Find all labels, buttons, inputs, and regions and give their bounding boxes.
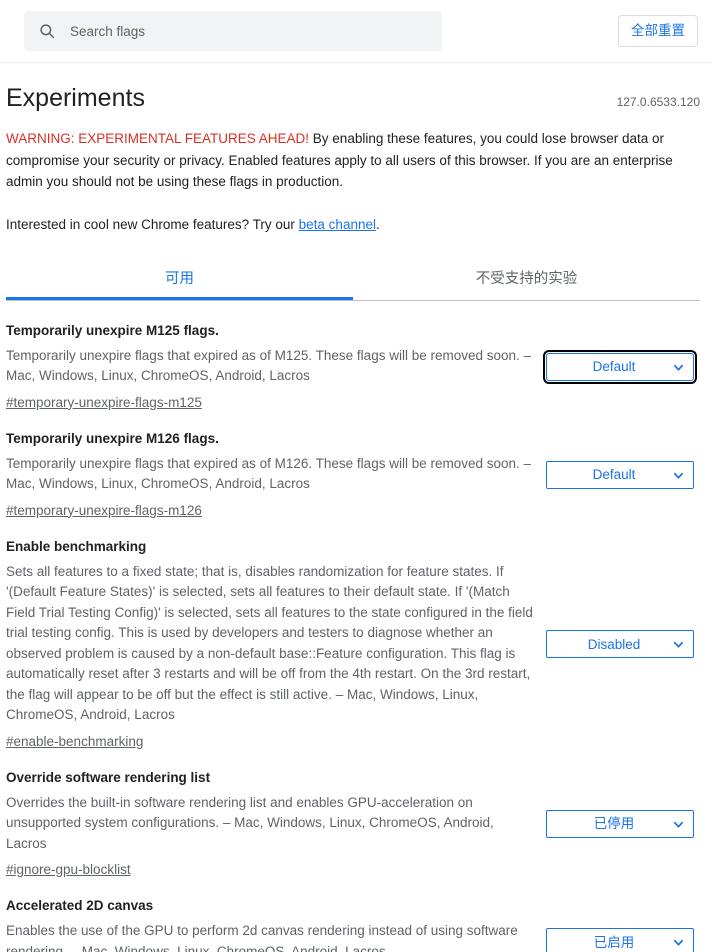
flag-row: Override software rendering list Overrid… <box>6 754 700 883</box>
tab-available-label: 可用 <box>165 270 194 287</box>
chevron-down-icon <box>673 940 684 946</box>
flag-text: Override software rendering list Overrid… <box>6 768 541 881</box>
flag-description: Temporarily unexpire flags that expired … <box>6 455 532 492</box>
flag-control: Default <box>541 349 700 384</box>
flag-title: Accelerated 2D canvas <box>6 898 154 914</box>
flag-state-value: Default <box>592 359 636 374</box>
flag-permalink[interactable]: #temporary-unexpire-flags-m125 <box>6 393 202 413</box>
flag-title: Enable benchmarking <box>6 538 147 554</box>
tab-bar: 可用 不受支持的实验 <box>6 257 700 301</box>
tab-unsupported[interactable]: 不受支持的实验 <box>353 257 700 300</box>
chevron-down-icon <box>673 642 684 648</box>
flag-state-value: 已停用 <box>593 816 635 832</box>
flag-title: Temporarily unexpire M125 flags. <box>6 322 219 338</box>
flag-control: 已停用 <box>541 810 700 838</box>
beta-suffix-text: . <box>375 216 380 232</box>
flag-description: Sets all features to a fixed state; that… <box>6 563 533 723</box>
flag-description: Enables the use of the GPU to perform 2d… <box>6 923 518 952</box>
beta-channel-paragraph: Interested in cool new Chrome features? … <box>6 214 700 235</box>
warning-paragraph: WARNING: EXPERIMENTAL FEATURES AHEAD! By… <box>6 128 700 193</box>
tab-available[interactable]: 可用 <box>6 257 353 300</box>
flag-description: Temporarily unexpire flags that expired … <box>6 347 532 384</box>
flag-state-select[interactable]: Default <box>543 349 697 384</box>
flag-state-select[interactable]: 已启用 <box>546 928 694 952</box>
flag-description: Overrides the built-in software renderin… <box>6 794 494 851</box>
flag-control: 已启用 <box>541 928 700 952</box>
flag-title: Temporarily unexpire M126 flags. <box>6 430 219 446</box>
search-box[interactable] <box>24 11 442 51</box>
flag-state-value: Disabled <box>587 636 641 652</box>
flag-permalink[interactable]: #temporary-unexpire-flags-m126 <box>6 501 202 521</box>
tab-unsupported-label: 不受支持的实验 <box>475 270 578 287</box>
reset-all-button[interactable]: 全部重置 <box>618 15 698 47</box>
flag-control: Disabled <box>541 630 700 659</box>
flag-row: Accelerated 2D canvas Enables the use of… <box>6 882 700 952</box>
flag-permalink[interactable]: #enable-benchmarking <box>6 732 143 752</box>
flags-list: Temporarily unexpire M125 flags. Tempora… <box>6 301 700 952</box>
flag-row: Enable benchmarking Sets all features to… <box>6 523 700 754</box>
flag-row: Temporarily unexpire M125 flags. Tempora… <box>6 307 700 415</box>
version-label: 127.0.6533.120 <box>616 95 700 109</box>
flag-control: Default <box>541 460 700 489</box>
chevron-down-icon <box>673 472 684 479</box>
search-input[interactable] <box>70 23 428 39</box>
beta-channel-link[interactable]: beta channel <box>299 217 376 232</box>
chevron-down-icon <box>673 364 684 371</box>
chevron-down-icon <box>673 821 684 828</box>
title-row: Experiments 127.0.6533.120 <box>6 63 700 114</box>
flag-text: Temporarily unexpire M125 flags. Tempora… <box>6 321 541 413</box>
page-content: Experiments 127.0.6533.120 WARNING: EXPE… <box>0 63 712 952</box>
flag-text: Enable benchmarking Sets all features to… <box>6 537 541 752</box>
beta-prefix-text: Interested in cool new Chrome features? … <box>6 216 299 232</box>
flag-state-select[interactable]: Default <box>546 460 694 489</box>
warning-headline: WARNING: EXPERIMENTAL FEATURES AHEAD! <box>6 131 310 147</box>
flag-text: Accelerated 2D canvas Enables the use of… <box>6 896 541 952</box>
flag-text: Temporarily unexpire M126 flags. Tempora… <box>6 429 541 521</box>
flag-state-select[interactable]: Disabled <box>546 630 694 659</box>
flag-state-select[interactable]: 已停用 <box>546 810 694 838</box>
search-icon <box>40 24 55 39</box>
flag-row: Temporarily unexpire M126 flags. Tempora… <box>6 415 700 523</box>
flag-permalink[interactable]: #ignore-gpu-blocklist <box>6 860 131 880</box>
flag-state-value: Default <box>592 467 636 482</box>
top-header: 全部重置 <box>0 0 712 63</box>
flag-state-value: 已启用 <box>593 934 635 950</box>
page-title: Experiments <box>6 84 145 112</box>
flag-title: Override software rendering list <box>6 769 211 785</box>
